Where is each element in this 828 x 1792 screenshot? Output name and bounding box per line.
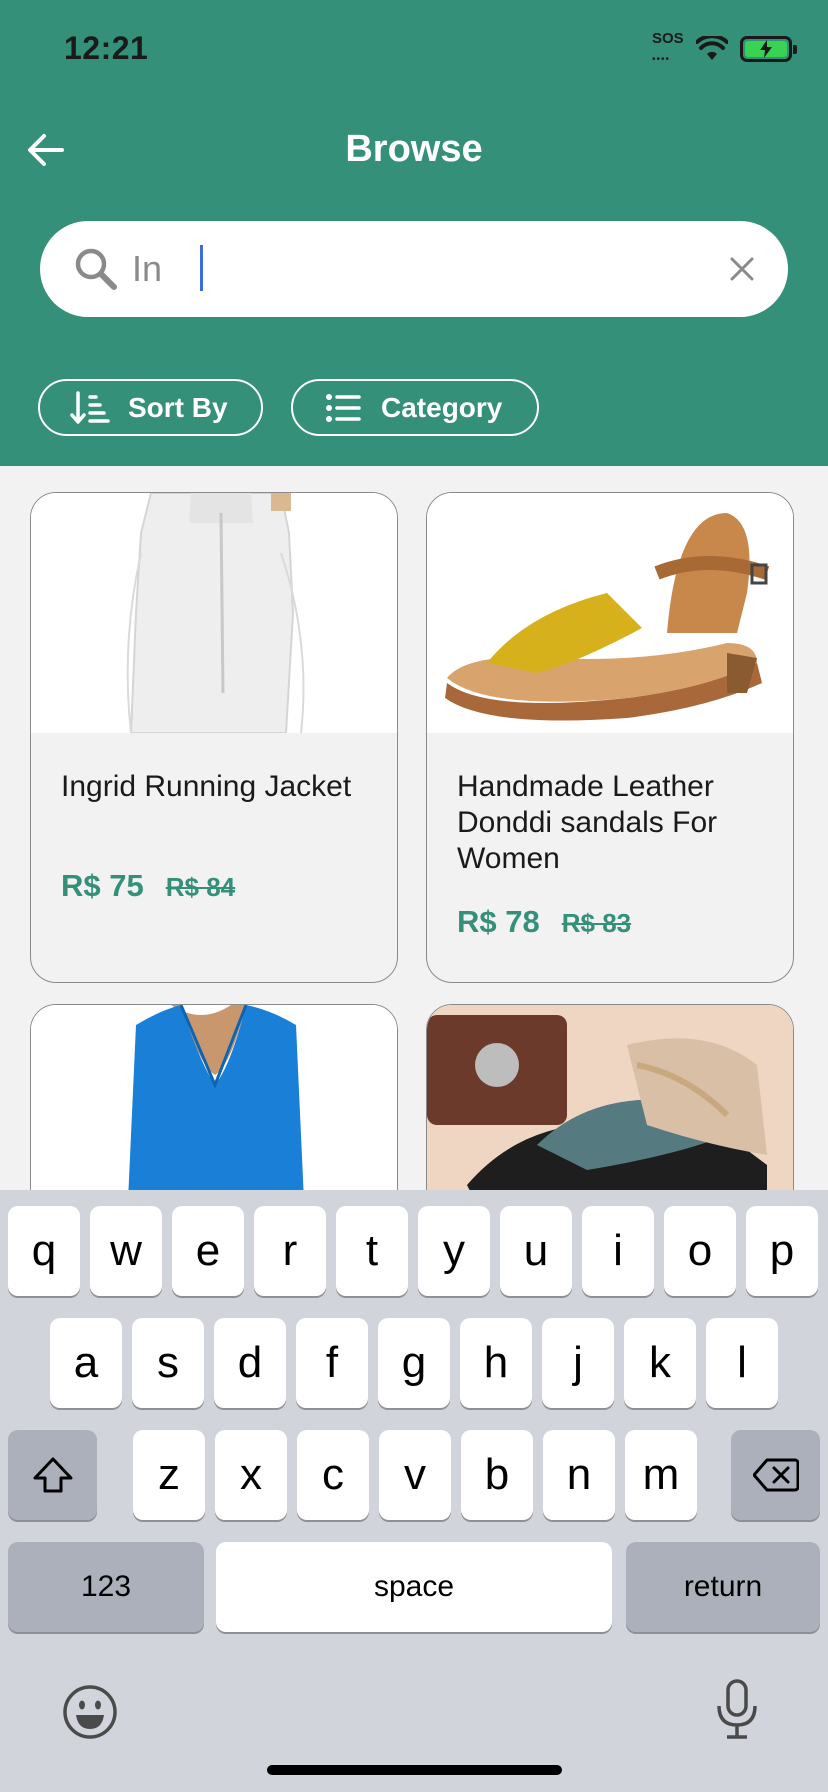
key-w[interactable]: w (90, 1206, 162, 1296)
key-q[interactable]: q (8, 1206, 80, 1296)
sort-by-button[interactable]: Sort By (38, 379, 263, 436)
product-name: Ingrid Running Jacket (61, 770, 352, 803)
key-o[interactable]: o (664, 1206, 736, 1296)
key-b[interactable]: b (461, 1430, 533, 1520)
close-icon (730, 257, 754, 281)
key-j[interactable]: j (542, 1318, 614, 1408)
emoji-button[interactable] (62, 1684, 118, 1745)
clear-search-button[interactable] (722, 249, 762, 289)
key-i[interactable]: i (582, 1206, 654, 1296)
key-s[interactable]: s (132, 1318, 204, 1408)
return-key[interactable]: return (626, 1542, 820, 1632)
sos-label: SOS (652, 30, 684, 47)
key-u[interactable]: u (500, 1206, 572, 1296)
key-k[interactable]: k (624, 1318, 696, 1408)
product-name: Handmade Leather Donddi sandals For Wome… (457, 770, 718, 875)
product-card[interactable]: Ingrid Running Jacket R$ 75 R$ 84 (30, 492, 398, 983)
key-r[interactable]: r (254, 1206, 326, 1296)
text-caret (200, 245, 203, 291)
signal-dots-icon: SOS •••• (652, 30, 684, 65)
shift-icon (33, 1457, 72, 1493)
search-icon (75, 248, 117, 290)
browse-screen: 12:21 SOS •••• Browse In Sort By Categor… (0, 0, 828, 1792)
page-title: Browse (345, 128, 483, 170)
key-t[interactable]: t (336, 1206, 408, 1296)
product-card[interactable]: Handmade Leather Donddi sandals For Wome… (426, 492, 794, 983)
battery-charging-icon (740, 36, 797, 62)
key-d[interactable]: d (214, 1318, 286, 1408)
key-e[interactable]: e (172, 1206, 244, 1296)
search-bar[interactable] (40, 221, 788, 317)
shift-key[interactable] (8, 1430, 97, 1520)
status-bar-icons: SOS •••• (652, 30, 797, 65)
sort-icon (70, 390, 110, 424)
key-f[interactable]: f (296, 1318, 368, 1408)
key-x[interactable]: x (215, 1430, 287, 1520)
key-y[interactable]: y (418, 1206, 490, 1296)
product-price: R$ 78 (457, 904, 540, 939)
category-label: Category (381, 391, 503, 423)
status-time: 12:21 (64, 30, 149, 66)
key-l[interactable]: l (706, 1318, 778, 1408)
space-key[interactable]: space (216, 1542, 612, 1632)
product-price: R$ 75 (61, 868, 144, 903)
key-m[interactable]: m (625, 1430, 697, 1520)
product-old-price: R$ 83 (561, 908, 632, 938)
microphone-icon (717, 1679, 757, 1739)
product-image-sandals (427, 493, 793, 733)
header: 12:21 SOS •••• Browse In Sort By Categor… (0, 0, 828, 466)
sort-by-label: Sort By (128, 391, 228, 423)
emoji-icon (63, 1685, 117, 1739)
search-input[interactable] (132, 243, 712, 295)
price-row: R$ 78 R$ 83 (457, 904, 631, 940)
key-g[interactable]: g (378, 1318, 450, 1408)
category-button[interactable]: Category (291, 379, 539, 436)
dictation-button[interactable] (714, 1678, 760, 1745)
key-a[interactable]: a (50, 1318, 122, 1408)
key-h[interactable]: h (460, 1318, 532, 1408)
list-icon (326, 393, 361, 422)
backspace-icon (752, 1458, 799, 1492)
key-v[interactable]: v (379, 1430, 451, 1520)
key-z[interactable]: z (133, 1430, 205, 1520)
product-image-jacket (31, 493, 397, 733)
product-old-price: R$ 84 (165, 872, 236, 902)
numbers-key[interactable]: 123 (8, 1542, 204, 1632)
price-row: R$ 75 R$ 84 (61, 868, 235, 904)
wifi-icon (696, 36, 728, 60)
delete-key[interactable] (731, 1430, 820, 1520)
key-n[interactable]: n (543, 1430, 615, 1520)
home-indicator (267, 1765, 562, 1775)
on-screen-keyboard: 123 space return qwertyuiop asdfghjkl zxcv… (0, 1190, 828, 1792)
key-c[interactable]: c (297, 1430, 369, 1520)
key-p[interactable]: p (746, 1206, 818, 1296)
